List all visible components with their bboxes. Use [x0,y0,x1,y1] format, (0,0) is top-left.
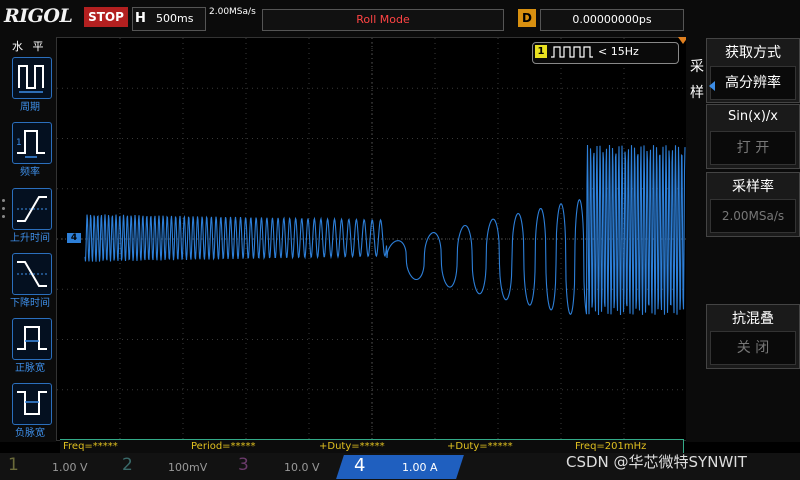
page-dot [2,215,5,218]
channel-1-status[interactable]: 1 1.00 V [2,455,112,479]
sample-rate-value: 2.00MSa/s [710,199,796,233]
menu-title: 水 平 [12,40,47,53]
sample-rate-title: 采样率 [732,179,774,195]
anti-alias-panel[interactable]: 抗混叠 关 闭 [706,304,800,369]
channel-4-level-marker[interactable]: 4 [67,233,81,243]
brand-logo: RIGOL [4,5,73,27]
sinx-value[interactable]: 打 开 [710,131,796,165]
frequency-label: 频率 [20,167,40,178]
channel-1-scale: 1.00 V [52,461,88,474]
period-label: 周期 [20,102,40,113]
frequency-icon: 1 [16,130,45,158]
acquire-mode-title: 获取方式 [725,45,781,61]
negative-pulse-label: 负脉宽 [15,428,45,439]
delay-key: D [518,9,536,27]
positive-pulse-button[interactable] [12,318,52,360]
anti-alias-value[interactable]: 关 闭 [710,331,796,365]
rise-time-icon [17,196,47,222]
positive-pulse-label: 正脉宽 [15,363,45,374]
fall-time-icon [17,261,47,287]
page-dot [2,199,5,202]
channel-4-number: 4 [354,455,366,476]
channel-4-trace [84,144,686,316]
timebase-value: 500ms [156,12,194,25]
channel-3-scale: 10.0 V [284,461,320,474]
timebase-key: H [135,11,146,26]
trigger-condition: < 15Hz [598,45,639,58]
acquire-mode-value[interactable]: 高分辨率 [710,66,796,100]
sample-rate-readout: 2.00MSa/s [209,7,256,17]
channel-2-scale: 100mV [168,461,208,474]
rise-time-label: 上升时间 [10,233,50,244]
frequency-button[interactable]: 1 [12,122,52,164]
channel-1-number: 1 [8,455,19,475]
sinx-title: Sin(x)/x [727,109,778,124]
measurement-freq: Freq=***** [60,439,190,453]
channel-2-number: 2 [122,455,133,475]
selection-arrow-icon [709,81,715,91]
measurement-period: Period=***** [188,439,318,453]
fall-time-label: 下降时间 [10,298,50,309]
channel-4-scale: 1.00 A [402,461,438,474]
period-icon [18,65,44,93]
sample-rate-panel: 采样率 2.00MSa/s [706,172,800,237]
channel-2-status[interactable]: 2 100mV [116,455,226,479]
fall-time-button[interactable] [12,253,52,295]
pulse-width-trigger-icon [551,46,593,58]
sinx-panel[interactable]: Sin(x)/x 打 开 [706,104,800,169]
period-button[interactable] [12,57,52,99]
menu-side-label: 采 样 [690,59,704,101]
page-dot [2,207,5,210]
rise-time-button[interactable] [12,188,52,230]
acquisition-mode-readout: Roll Mode [262,9,504,31]
channel-3-status[interactable]: 3 10.0 V [232,455,342,479]
delay-readout[interactable]: 0.00000000ps [540,9,684,31]
run-stop-indicator[interactable]: STOP [84,7,128,27]
positive-pulse-icon [17,326,47,350]
anti-alias-title: 抗混叠 [732,311,774,327]
waveform-display[interactable] [56,37,688,441]
negative-pulse-icon [17,391,47,415]
measurement-duty-2: +Duty=***** [444,439,574,453]
acquire-mode-panel[interactable]: 获取方式 高分辨率 [706,38,800,103]
negative-pulse-button[interactable] [12,383,52,425]
measurement-duty: +Duty=***** [316,439,446,453]
channel-3-number: 3 [238,455,249,475]
watermark: CSDN @华芯微特SYNWIT [566,453,747,471]
svg-text:1: 1 [16,138,22,148]
trigger-channel-badge: 1 [535,45,547,58]
